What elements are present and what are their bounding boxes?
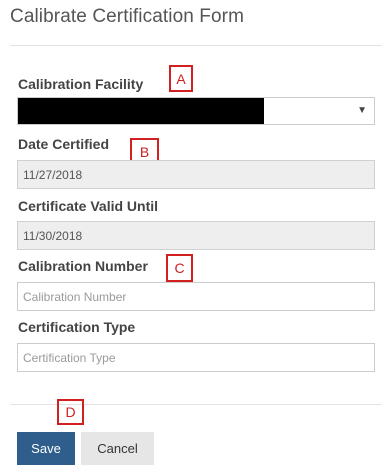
certification-type-input[interactable]: [17, 343, 375, 372]
header-divider: [10, 45, 382, 46]
calibration-facility-select[interactable]: ▼: [17, 97, 375, 125]
calibration-facility-label: Calibration Facility: [18, 76, 144, 92]
annotation-marker-d: D: [57, 399, 84, 425]
calibration-number-input[interactable]: [17, 282, 375, 311]
date-certified-label: Date Certified: [18, 136, 110, 152]
certificate-valid-until-field: 11/30/2018: [17, 221, 375, 250]
annotation-marker-a: A: [169, 65, 193, 92]
calibrate-certification-form: Calibrate Certification Form Calibration…: [0, 0, 382, 474]
date-certified-field: 11/27/2018: [17, 160, 375, 189]
annotation-marker-c: C: [166, 254, 193, 282]
calibration-number-label: Calibration Number: [18, 258, 148, 274]
certificate-valid-until-label: Certificate Valid Until: [18, 198, 159, 214]
redacted-value: [18, 98, 264, 124]
save-button[interactable]: Save: [17, 432, 75, 465]
cancel-button[interactable]: Cancel: [81, 432, 154, 465]
certification-type-label: Certification Type: [18, 319, 136, 335]
form-title: Calibrate Certification Form: [10, 6, 245, 27]
caret-down-icon[interactable]: ▼: [357, 106, 367, 116]
